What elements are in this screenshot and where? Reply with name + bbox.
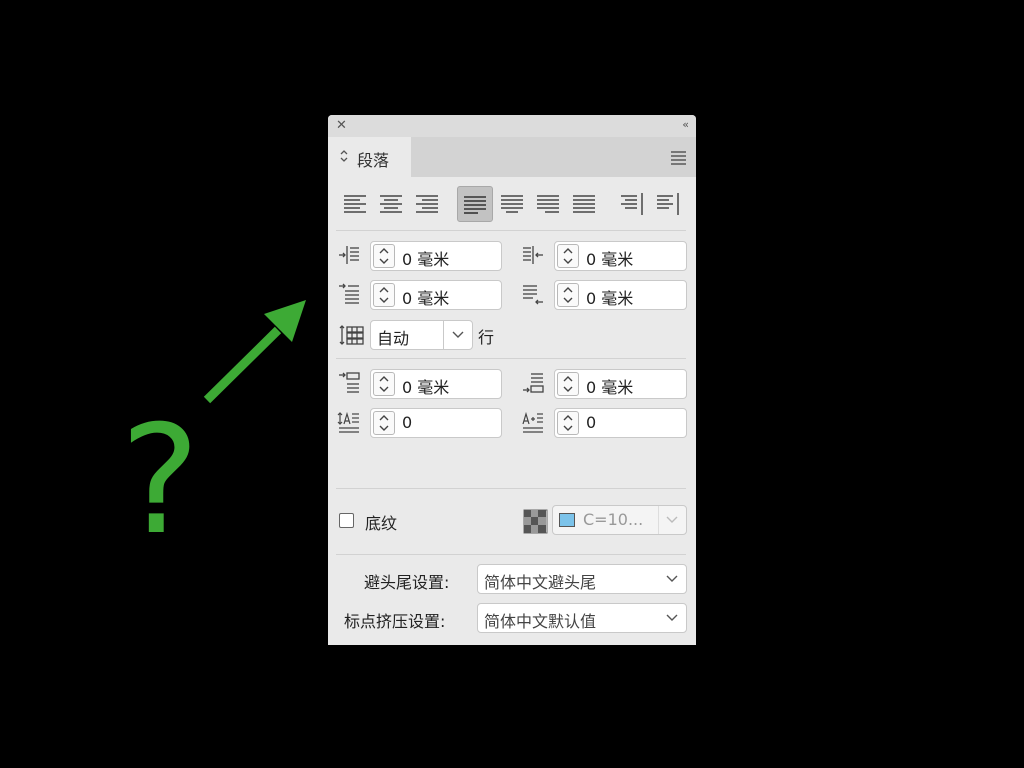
last-line-indent-stepper[interactable] xyxy=(557,283,579,307)
first-line-indent-field[interactable]: 0 毫米 xyxy=(370,280,502,310)
tab-label: 段落 xyxy=(357,151,390,170)
stepper-arrows-icon xyxy=(563,376,573,392)
left-indent-icon xyxy=(339,246,359,264)
justify-left-button[interactable] xyxy=(457,186,493,222)
align-away-spine-icon xyxy=(657,193,679,215)
justify-right-icon xyxy=(537,195,559,213)
drop-cap-lines-field[interactable]: 0 xyxy=(370,408,502,438)
left-indent-field[interactable]: 0 毫米 xyxy=(370,241,502,271)
align-towards-spine-button[interactable] xyxy=(615,186,649,220)
kinsoku-dropdown[interactable]: 简体中文避头尾 xyxy=(477,564,687,594)
divider xyxy=(336,554,686,555)
drop-cap-lines-icon xyxy=(337,411,359,433)
arrow-shaft xyxy=(203,326,282,404)
last-line-indent-value: 0 毫米 xyxy=(586,289,634,308)
grid-suffix-label: 行 xyxy=(478,328,495,347)
tab-paragraph[interactable]: 段落 xyxy=(328,137,411,177)
drop-cap-lines-value: 0 xyxy=(402,413,413,432)
shading-checkbox[interactable] xyxy=(339,513,354,528)
left-indent-stepper[interactable] xyxy=(373,244,395,268)
kinsoku-label: 避头尾设置: xyxy=(364,573,450,592)
right-indent-value: 0 毫米 xyxy=(586,250,634,269)
justify-all-icon xyxy=(573,195,595,213)
left-indent-value: 0 毫米 xyxy=(402,250,450,269)
space-after-stepper[interactable] xyxy=(557,372,579,396)
chevron-down-icon xyxy=(666,614,678,621)
chevron-down-icon xyxy=(666,516,678,523)
space-before-field[interactable]: 0 毫米 xyxy=(370,369,502,399)
right-indent-stepper[interactable] xyxy=(557,244,579,268)
space-after-icon xyxy=(523,373,544,393)
stepper-arrows-icon xyxy=(563,415,573,431)
stepper-arrows-icon xyxy=(379,248,389,264)
align-away-spine-button[interactable] xyxy=(651,186,685,220)
last-line-indent-icon xyxy=(523,285,543,305)
space-before-stepper[interactable] xyxy=(373,372,395,396)
shading-color-dropdown[interactable]: C=10... xyxy=(552,505,687,535)
drop-cap-lines-stepper[interactable] xyxy=(373,411,395,435)
right-indent-field[interactable]: 0 毫米 xyxy=(554,241,687,271)
drop-cap-chars-icon xyxy=(522,411,543,433)
align-center-icon xyxy=(380,195,402,213)
right-indent-icon xyxy=(523,246,543,264)
space-after-field[interactable]: 0 毫米 xyxy=(554,369,687,399)
align-to-grid-icon xyxy=(339,325,364,345)
swatch-grid-icon[interactable] xyxy=(523,509,548,534)
kinsoku-value: 简体中文避头尾 xyxy=(484,573,597,592)
question-mark: ? xyxy=(120,394,200,568)
last-line-indent-field[interactable]: 0 毫米 xyxy=(554,280,687,310)
updown-icon xyxy=(340,150,348,162)
drop-cap-chars-value: 0 xyxy=(586,413,597,432)
stepper-arrows-icon xyxy=(379,287,389,303)
mojikumi-dropdown[interactable]: 简体中文默认值 xyxy=(477,603,687,633)
divider xyxy=(336,488,686,489)
align-center-button[interactable] xyxy=(374,186,408,220)
first-line-indent-stepper[interactable] xyxy=(373,283,395,307)
grid-dropdown[interactable]: 自动 xyxy=(370,320,473,350)
align-right-button[interactable] xyxy=(410,186,444,220)
align-left-icon xyxy=(344,195,366,213)
drop-cap-chars-stepper[interactable] xyxy=(557,411,579,435)
chevron-down-icon xyxy=(452,331,464,338)
space-after-value: 0 毫米 xyxy=(586,378,634,397)
grid-value: 自动 xyxy=(377,329,410,348)
first-line-indent-icon xyxy=(339,283,359,304)
align-towards-spine-icon xyxy=(621,193,643,215)
first-line-indent-value: 0 毫米 xyxy=(402,289,450,308)
stepper-arrows-icon xyxy=(563,248,573,264)
stepper-arrows-icon xyxy=(379,376,389,392)
justify-right-button[interactable] xyxy=(531,186,565,220)
mojikumi-value: 简体中文默认值 xyxy=(484,612,597,631)
justify-left-icon xyxy=(464,196,486,214)
space-before-icon xyxy=(339,372,360,393)
mojikumi-label: 标点挤压设置: xyxy=(344,612,446,631)
close-icon[interactable]: ✕ xyxy=(336,118,347,133)
collapse-icon[interactable]: ‹‹ xyxy=(682,118,689,131)
shading-color-value: C=10... xyxy=(583,510,644,529)
stepper-arrows-icon xyxy=(379,415,389,431)
paragraph-panel: ✕ ‹‹ 段落 0 毫米 0 毫米 0 毫米 0 毫米 自动 行 0 毫米 0 … xyxy=(328,115,696,645)
panel-menu-icon[interactable] xyxy=(671,151,686,167)
chevron-down-icon xyxy=(666,575,678,582)
panel-titlebar: ✕ ‹‹ xyxy=(328,115,696,137)
justify-center-icon xyxy=(501,195,523,213)
space-before-value: 0 毫米 xyxy=(402,378,450,397)
shading-label: 底纹 xyxy=(365,514,398,533)
drop-cap-chars-field[interactable]: 0 xyxy=(554,408,687,438)
divider xyxy=(336,230,686,231)
justify-all-button[interactable] xyxy=(567,186,601,220)
stepper-arrows-icon xyxy=(563,287,573,303)
color-swatch xyxy=(559,513,575,527)
panel-tab-row: 段落 xyxy=(328,137,696,177)
justify-center-button[interactable] xyxy=(495,186,529,220)
divider xyxy=(336,358,686,359)
align-right-icon xyxy=(416,195,438,213)
align-left-button[interactable] xyxy=(338,186,372,220)
